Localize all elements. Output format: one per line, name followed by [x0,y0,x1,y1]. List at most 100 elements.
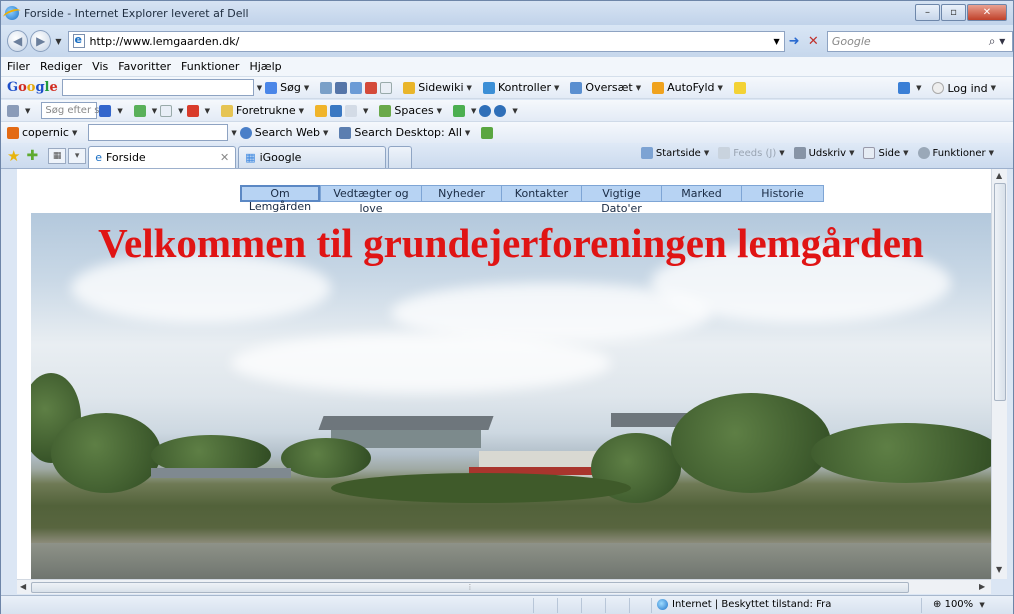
sidewiki-label: Sidewiki [418,81,464,94]
side-button[interactable]: Side ▼ [863,147,911,159]
copernic-dropdown-icon[interactable]: ▼ [231,129,236,137]
address-row: ◀ ▶ ▼ http://www.lemgaarden.dk/ ▼ ➜ ✕ Go… [1,25,1014,57]
feeds-icon [718,147,731,159]
edit-icons[interactable]: ▼ [314,104,371,117]
tab-list-icon[interactable]: ▾ [68,147,87,164]
horizontal-scroll-thumb[interactable]: ⋮ [31,582,909,593]
search-placeholder: Google [831,34,871,48]
maximize-button[interactable]: ▫ [941,4,966,21]
kontroller-button[interactable]: Kontroller ▼ [482,81,562,94]
foretrukne-button[interactable]: Foretrukne ▼ [220,104,307,117]
add-favorites-icon[interactable]: ✚ [26,148,38,164]
google-search-input[interactable] [61,79,254,96]
startside-button[interactable]: Startside ▼ [640,147,712,159]
udskriv-button[interactable]: Udskriv ▼ [793,147,858,159]
feeds-button[interactable]: Feeds (J) ▼ [718,147,787,159]
zoom-control[interactable]: ⊕ 100% ▼ [933,599,988,610]
nav-kontakter[interactable]: Kontakter [501,185,581,202]
quick-tabs-icon[interactable]: ▦ [48,147,67,164]
toolbar-logo-button[interactable]: ▼ [7,104,33,117]
autofyld-label: AutoFyld [667,81,715,94]
check-pen-icon [481,126,494,139]
web-globe-icon [239,126,252,139]
new-tab-button[interactable] [388,146,413,168]
back-button[interactable]: ◀ [7,30,29,52]
copernic-button[interactable]: copernic ▼ [7,126,80,139]
vertical-scroll-thumb[interactable] [994,183,1006,401]
side-label: Side [878,147,901,159]
toolbar-misc-icons[interactable]: ▼ ▼ ▼ [133,104,213,117]
sidewiki-button[interactable]: Sidewiki ▼ [403,81,475,94]
copernic-search-input[interactable] [88,124,229,141]
search-web-button[interactable]: Search Web ▼ [239,126,332,139]
spaces-button[interactable]: Spaces ▼ [379,104,445,117]
funktioner-button[interactable]: Funktioner ▼ [917,147,997,159]
horizontal-scrollbar[interactable]: ◀ ⋮ ▶ [17,579,991,594]
search-web-label: Search Web [254,126,320,139]
history-dropdown-icon[interactable]: ▼ [55,37,61,46]
stop-icon[interactable]: ✕ [804,34,823,49]
page-content: Om Lemgården Vedtægter og love Nyheder K… [17,169,991,579]
search-box[interactable]: Google ⌕ ▾ [826,30,1014,52]
forward-button[interactable]: ▶ [30,30,52,52]
nav-vigtige-datoer[interactable]: Vigtige Dato'er [581,185,661,215]
nav-marked[interactable]: Marked [661,185,741,202]
menu-hjaelp[interactable]: Hjælp [249,60,281,73]
plus-icon [350,81,363,94]
close-button[interactable]: ✕ [967,4,1007,21]
security-zone[interactable]: Internet | Beskyttet tilstand: Fra [657,599,831,610]
nav-vedtaegter[interactable]: Vedtægter og love [320,185,421,215]
highlight-button[interactable] [733,81,749,94]
tab-close-icon[interactable]: ✕ [220,151,229,164]
startside-label: Startside [655,147,701,159]
oversaet-button[interactable]: Oversæt ▼ [570,81,644,94]
scroll-up-icon[interactable]: ▲ [996,171,1002,180]
address-dropdown-icon[interactable]: ▼ [770,37,784,46]
vertical-scrollbar[interactable]: ▲ ▼ [991,169,1007,579]
copernic-label: copernic [22,126,69,139]
toolbar-icons-group[interactable] [320,81,395,94]
google-g-icon [265,81,278,94]
google-search-button[interactable]: Søg ▼ [265,81,312,94]
url-field[interactable]: http://www.lemgaarden.dk/ [90,35,770,48]
copernic-highlight-button[interactable] [481,126,496,139]
google-search-dropdown-icon[interactable]: ▼ [257,84,262,92]
nav-nyheder[interactable]: Nyheder [421,185,501,202]
messenger-icons[interactable]: ▼ ▼ [453,104,521,117]
tree [51,413,161,493]
ie-logo-icon [5,6,19,20]
scroll-left-icon[interactable]: ◀ [20,582,26,591]
house-roof [318,416,494,430]
menu-vis[interactable]: Vis [92,60,108,73]
go-icon[interactable]: ➜ [785,34,804,49]
address-bar[interactable]: http://www.lemgaarden.dk/ ▼ [67,30,785,52]
zoom-dropdown-icon[interactable]: ▼ [979,601,984,609]
menu-funktioner[interactable]: Funktioner [181,60,239,73]
tab-igoogle[interactable]: ▦ iGoogle [238,146,387,168]
tree [671,393,831,493]
zoom-icon: ⊕ [933,599,942,610]
menu-rediger[interactable]: Rediger [40,60,82,73]
title-bar: Forside - Internet Explorer leveret af D… [1,1,1013,25]
minimize-button[interactable]: – [915,4,940,21]
favorites-center-icon[interactable]: ★ [7,147,20,165]
toolbar-search-input[interactable]: Søg efter søg [41,102,112,119]
autofyld-button[interactable]: AutoFyld ▼ [652,81,726,94]
toolbar-search-button[interactable]: ▼ [99,104,125,117]
tab-forside[interactable]: e Forside ✕ [88,146,237,168]
nav-historie[interactable]: Historie [741,185,824,202]
search-icon[interactable]: ⌕ ▾ [982,34,1012,49]
scroll-right-icon[interactable]: ▶ [979,582,985,591]
zoom-level: 100% [944,599,974,610]
bookmark-icon [380,81,393,94]
foretrukne-label: Foretrukne [235,104,296,117]
heart-icon [186,104,199,117]
search-desktop-button[interactable]: Search Desktop: All ▼ [339,126,473,139]
login-button[interactable]: Log ind ▼ [932,82,999,95]
menu-filer[interactable]: Filer [7,60,30,73]
wrench-button[interactable]: ▼ [898,82,924,94]
scroll-down-icon[interactable]: ▼ [996,565,1002,574]
nav-om-lemgaarden[interactable]: Om Lemgården [240,185,320,213]
menu-favoritter[interactable]: Favoritter [118,60,171,73]
tab-row: ★ ✚ ▦ ▾ e Forside ✕ ▦ iGoogle Startside ▼… [1,143,1013,169]
